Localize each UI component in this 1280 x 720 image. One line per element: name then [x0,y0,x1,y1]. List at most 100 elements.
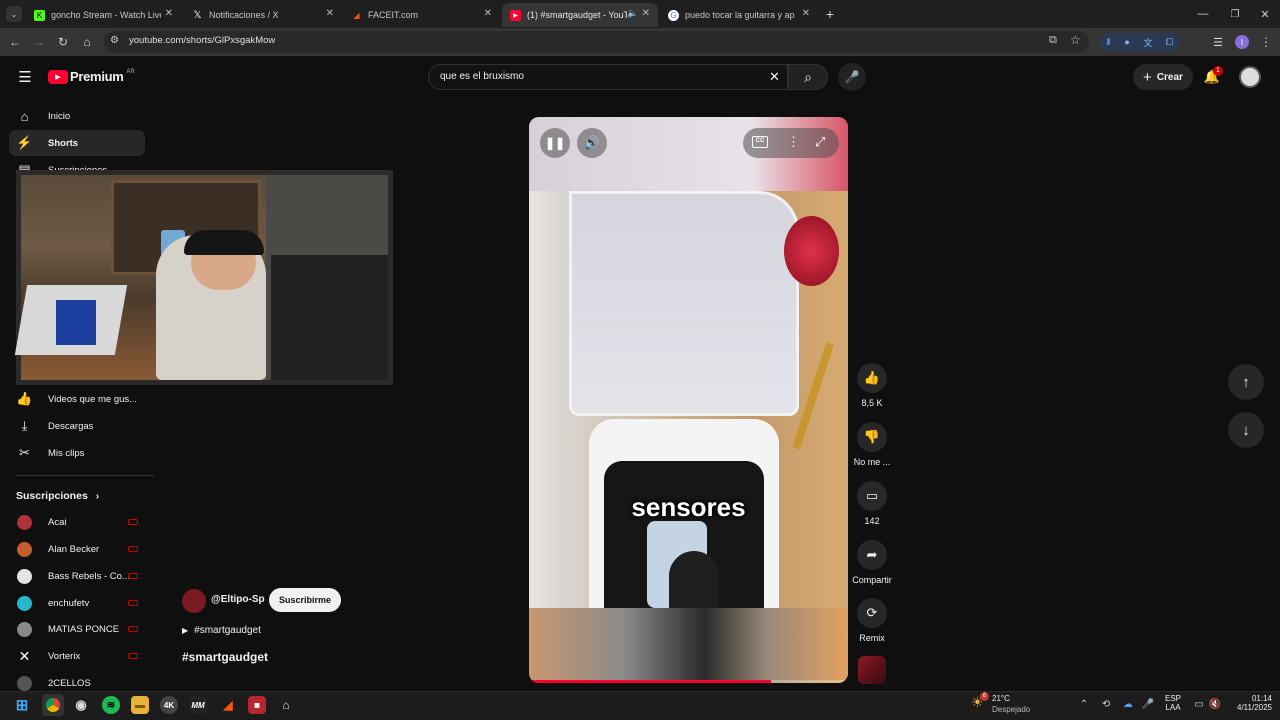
speaker-icon[interactable]: 🔈 [627,8,638,19]
account-avatar[interactable] [1239,66,1261,88]
language-indicator[interactable]: ESP LAA [1164,694,1182,712]
comments-button[interactable]: ▭ [857,481,887,511]
game-taskbar-icon[interactable]: ▦ [248,696,266,714]
chrome-taskbar-icon[interactable] [42,694,64,716]
bookmark-star-icon[interactable]: ☆ [1070,33,1081,47]
sidebar-item-liked-videos[interactable]: 👍 Videos que me gus... [9,386,145,412]
subscription-item-bass-rebels[interactable]: Bass Rebels - Co... [17,566,142,586]
reading-list-icon[interactable]: ☰ [1210,34,1226,50]
faceit-icon: ◢ [353,10,360,20]
fullscreen-icon[interactable]: ⤢ [815,134,825,150]
sync-icon[interactable]: ⟲ [1099,697,1113,711]
new-tab-icon[interactable]: + [821,5,839,23]
remix-button[interactable]: ⟳ [857,598,887,628]
file-explorer-taskbar-icon[interactable]: ▬ [131,696,149,714]
next-short-arrow-icon[interactable]: ↓ [1228,412,1264,448]
cast-icon[interactable]: ⧉ [1049,34,1057,47]
voice-search-icon[interactable]: 🎤 [838,63,866,91]
weather-desc[interactable]: Despejado [992,705,1030,714]
windows-start-icon[interactable]: ⊞ [13,696,31,714]
sidebar-item-mis-clips[interactable]: ✂ Mis clips [9,440,145,466]
extension-translate-icon[interactable]: 文 [1143,36,1152,49]
back-icon[interactable]: ← [7,34,23,50]
home-icon[interactable]: ⌂ [79,34,95,50]
forward-icon[interactable]: → [31,34,47,50]
url-text[interactable]: youtube.com/shorts/GlPxsgakMow [129,35,275,46]
tab-faceit[interactable]: ◢ FACEIT.com ✕ [343,3,500,27]
tab-google[interactable]: G puedo tocar la guitarra y apren ✕ [660,3,818,27]
minimize-icon[interactable]: — [1194,5,1212,23]
tab-goncho[interactable]: K goncho Stream - Watch Live on ✕ [26,3,181,27]
faceit-taskbar-icon[interactable]: ◢ [219,696,237,714]
stream-video-frame [14,175,388,380]
extension-blue-icon[interactable]: ● [1124,37,1129,47]
player-controls-group: CC ⋮ ⤢ [743,128,839,158]
inbox-taskbar-icon[interactable]: ⌂ [277,696,295,714]
subscription-item-enchufetv[interactable]: enchufetv [17,593,142,613]
foot [669,551,719,608]
captions-icon[interactable]: CC [752,136,768,148]
like-button[interactable]: 👍 [857,363,887,393]
onedrive-icon[interactable]: ☁ [1121,697,1135,711]
more-options-icon[interactable]: ⋮ [787,134,800,150]
microphone-icon[interactable]: 🎤 [1142,697,1154,711]
picture-in-picture-stream[interactable] [14,170,393,385]
subscription-item-matias-ponce[interactable]: MATIAS PONCE [17,619,142,639]
reload-icon[interactable]: ↻ [55,34,71,50]
4k-downloader-taskbar-icon[interactable]: 4K [160,696,178,714]
profile-avatar-icon[interactable]: I [1235,35,1249,49]
search-input[interactable]: que es el bruxismo ✕ [428,64,788,90]
sidebar-item-inicio[interactable]: ⌂ Inicio [9,103,145,129]
volume-icon[interactable]: 🔊 [577,128,607,158]
subscription-item-alan-becker[interactable]: Alan Becker [17,539,142,559]
short-title[interactable]: #smartgaudget [182,650,268,664]
subscription-item-vorterix[interactable]: ✕ Vorterix [17,646,142,666]
spotify-taskbar-icon[interactable]: ≋ [102,696,120,714]
extensions-group[interactable]: ⦀ ● 文 ⧠ [1100,33,1180,51]
close-tab-icon[interactable]: ✕ [484,8,492,19]
volume-muted-icon[interactable]: 🔇 [1208,697,1222,711]
network-icon[interactable]: ▭ [1192,697,1206,711]
close-tab-icon[interactable]: ✕ [165,8,173,19]
show-hidden-icons-icon[interactable]: ⌃ [1078,697,1090,711]
sidebar-item-descargas[interactable]: ⤓ Descargas [9,413,145,439]
browser-menu-icon[interactable]: ⋮ [1259,34,1273,50]
search-icon[interactable]: ⌕ [788,64,828,90]
tab-youtube-active[interactable]: ▶ (1) #smartgaudget - YouTu 🔈 ✕ [502,3,658,27]
window-close-icon[interactable]: ✕ [1256,5,1274,23]
share-button[interactable]: ➦ [857,540,887,570]
subscribe-button[interactable]: Suscribirme [269,588,341,612]
tab-search-icon[interactable]: ⌄ [6,6,22,22]
tab-notificaciones[interactable]: 𝕏 Notificaciones / X ✕ [184,3,342,27]
desk-equipment [271,255,388,380]
dislike-button[interactable]: 👎 [857,422,887,452]
create-button[interactable]: + Crear [1133,64,1193,90]
obs-taskbar-icon[interactable]: ◉ [72,696,90,714]
pause-icon[interactable]: ❚❚ [540,128,570,158]
channel-avatar[interactable] [182,589,206,613]
clear-search-icon[interactable]: ✕ [769,69,780,85]
audio-thumbnail[interactable] [858,656,886,684]
mm-taskbar-icon[interactable]: MM [189,696,207,714]
hamburger-menu-icon[interactable]: ☰ [16,68,34,86]
close-tab-icon[interactable]: ✕ [802,8,810,19]
kick-icon: K [34,9,45,21]
channel-handle[interactable]: @Eltipo-Sp [211,594,265,605]
subscription-item-acai[interactable]: Acai [17,512,142,532]
progress-track[interactable] [529,680,848,683]
youtube-premium-logo[interactable]: ▶ Premium AR [48,69,135,84]
hashtag-link[interactable]: ▶ #smartgaudget [182,625,261,636]
site-info-icon[interactable]: ⚙ [110,35,119,46]
close-tab-icon[interactable]: ✕ [642,8,650,19]
extension-audio-icon[interactable]: ⦀ [1107,37,1111,48]
subscriptions-header[interactable]: Suscripciones › [16,490,99,502]
subscription-item-2cellos[interactable]: 2CELLOS [17,673,142,693]
clock[interactable]: 01:14 4/11/2025 [1226,694,1272,712]
restore-icon[interactable]: ❐ [1226,5,1244,23]
short-video-player[interactable]: sensores ❚❚ 🔊 CC ⋮ ⤢ [529,117,848,683]
weather-temp[interactable]: 21°C [992,694,1010,703]
close-tab-icon[interactable]: ✕ [326,8,334,19]
extensions-puzzle-icon[interactable]: ⧠ [1166,37,1173,48]
sidebar-item-shorts[interactable]: ⚡ Shorts [9,130,145,156]
previous-short-arrow-icon[interactable]: ↑ [1228,364,1264,400]
